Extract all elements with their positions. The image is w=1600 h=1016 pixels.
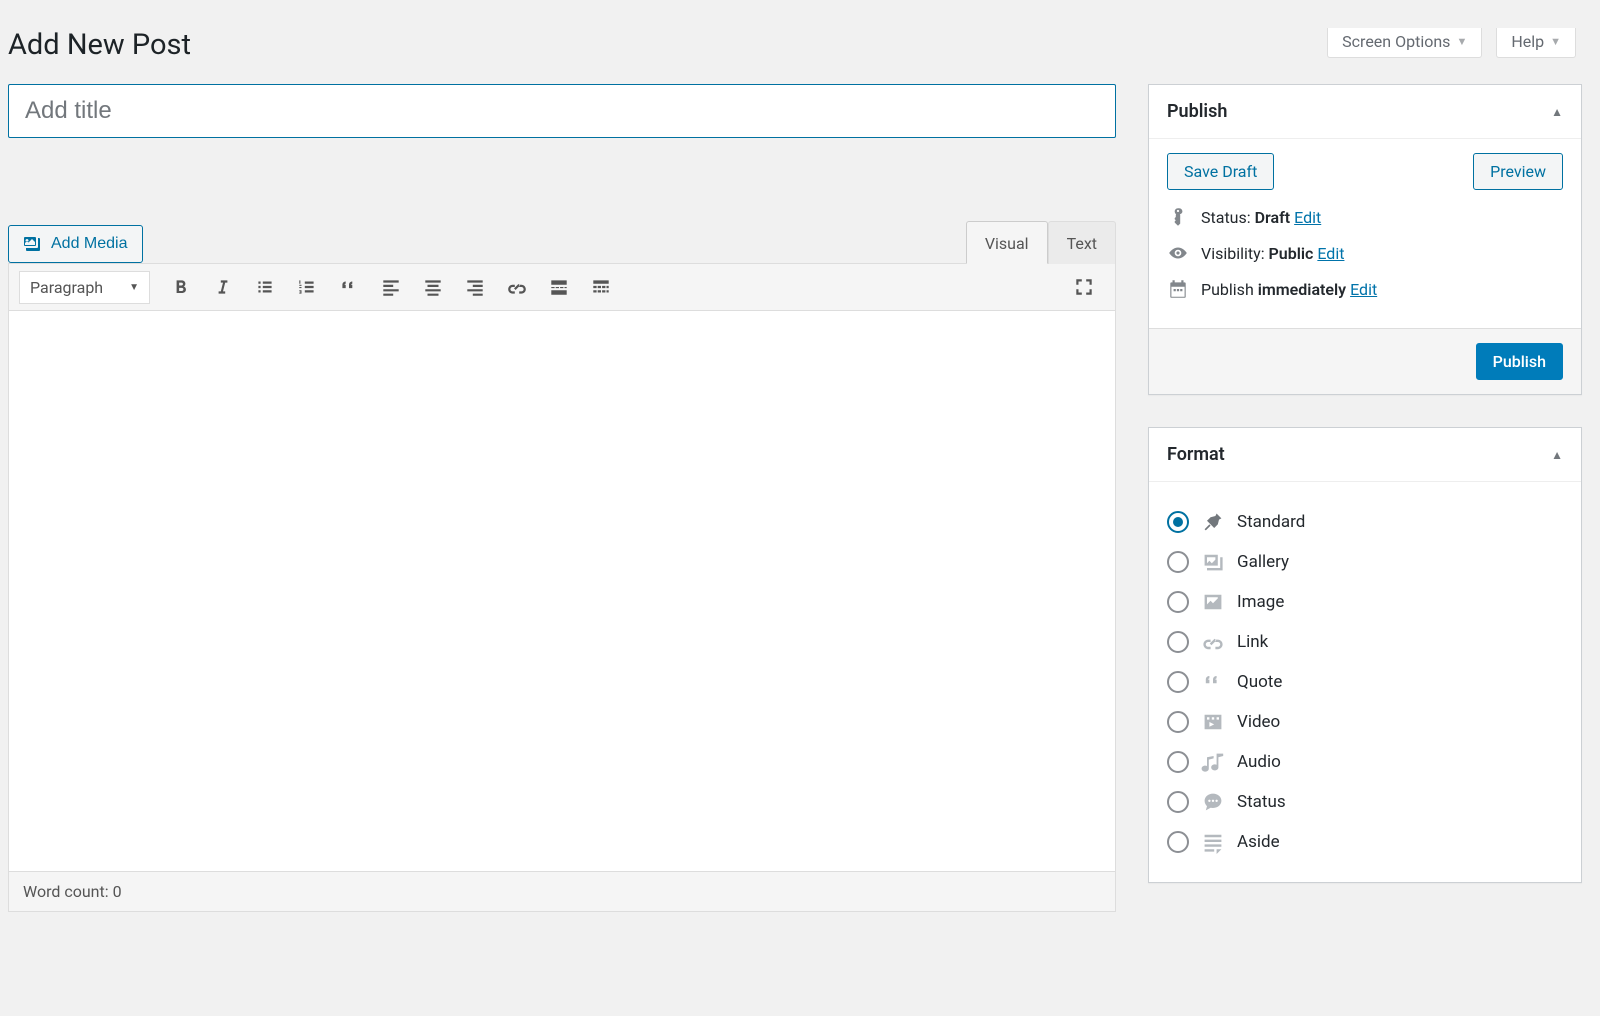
format-option-aside[interactable]: Aside: [1167, 822, 1563, 862]
paragraph-format-label: Paragraph: [30, 278, 103, 297]
wordcount-label: Word count:: [23, 882, 109, 901]
format-radio-quote[interactable]: [1167, 671, 1189, 693]
schedule-value: immediately: [1258, 280, 1346, 299]
status-value: Draft: [1255, 208, 1291, 227]
save-draft-button[interactable]: Save Draft: [1167, 153, 1274, 190]
format-label: Quote: [1237, 672, 1282, 692]
link-icon: [1201, 630, 1225, 654]
add-media-button[interactable]: Add Media: [8, 225, 143, 263]
link-button[interactable]: [500, 270, 534, 304]
publish-button[interactable]: Publish: [1476, 343, 1563, 380]
chevron-up-icon: ▲: [1551, 105, 1563, 119]
schedule-label: Publish: [1201, 280, 1254, 299]
schedule-row: Publish immediately Edit: [1167, 278, 1563, 300]
audio-icon: [1201, 750, 1225, 774]
numbered-list-button[interactable]: [290, 270, 324, 304]
format-option-link[interactable]: Link: [1167, 622, 1563, 662]
video-icon: [1201, 710, 1225, 734]
format-postbox: Format ▲ Standard Gallery: [1148, 427, 1582, 883]
format-label: Image: [1237, 592, 1284, 612]
format-label: Audio: [1237, 752, 1281, 772]
format-label: Gallery: [1237, 552, 1289, 572]
visibility-label: Visibility:: [1201, 244, 1265, 263]
paragraph-format-select[interactable]: Paragraph ▼: [19, 271, 150, 304]
format-label: Aside: [1237, 832, 1280, 852]
format-radio-gallery[interactable]: [1167, 551, 1189, 573]
format-label: Status: [1237, 792, 1286, 812]
editor-container: Paragraph ▼ Word count:: [8, 263, 1116, 912]
schedule-edit-link[interactable]: Edit: [1350, 280, 1377, 299]
format-option-video[interactable]: Video: [1167, 702, 1563, 742]
align-left-button[interactable]: [374, 270, 408, 304]
status-label: Status:: [1201, 208, 1251, 227]
format-list: Standard Gallery Image: [1167, 496, 1563, 868]
main-column: Add Media Visual Text Paragraph ▼: [8, 84, 1116, 912]
align-center-button[interactable]: [416, 270, 450, 304]
format-radio-image[interactable]: [1167, 591, 1189, 613]
status-edit-link[interactable]: Edit: [1294, 208, 1321, 227]
quote-icon: [1201, 670, 1225, 694]
preview-button[interactable]: Preview: [1473, 153, 1563, 190]
format-radio-status[interactable]: [1167, 791, 1189, 813]
editor-statusbar: Word count: 0: [9, 871, 1115, 911]
status-icon: [1201, 790, 1225, 814]
publish-postbox-title: Publish: [1167, 101, 1227, 122]
content-editor[interactable]: [9, 311, 1115, 871]
chevron-down-icon: ▼: [1456, 35, 1467, 48]
visibility-value: Public: [1269, 244, 1314, 263]
chevron-up-icon: ▲: [1551, 448, 1563, 462]
format-option-audio[interactable]: Audio: [1167, 742, 1563, 782]
screen-options-toggle[interactable]: Screen Options ▼: [1327, 28, 1482, 58]
chevron-down-icon: ▼: [1550, 35, 1561, 48]
help-toggle[interactable]: Help ▼: [1496, 28, 1576, 58]
bold-button[interactable]: [164, 270, 198, 304]
tab-text[interactable]: Text: [1048, 221, 1116, 264]
format-option-image[interactable]: Image: [1167, 582, 1563, 622]
format-radio-audio[interactable]: [1167, 751, 1189, 773]
format-radio-aside[interactable]: [1167, 831, 1189, 853]
status-row: Status: Draft Edit: [1167, 206, 1563, 228]
visibility-row: Visibility: Public Edit: [1167, 242, 1563, 264]
calendar-icon: [1167, 278, 1189, 300]
fullscreen-button[interactable]: [1067, 270, 1101, 304]
media-icon: [23, 234, 43, 254]
gallery-icon: [1201, 550, 1225, 574]
wordcount-value: 0: [113, 882, 122, 901]
tab-visual[interactable]: Visual: [966, 221, 1048, 264]
image-icon: [1201, 590, 1225, 614]
align-right-button[interactable]: [458, 270, 492, 304]
format-postbox-header[interactable]: Format ▲: [1149, 428, 1581, 482]
italic-button[interactable]: [206, 270, 240, 304]
format-option-status[interactable]: Status: [1167, 782, 1563, 822]
pushpin-icon: [1201, 510, 1225, 534]
help-label: Help: [1511, 32, 1544, 51]
editor-toolbar: Paragraph ▼: [9, 264, 1115, 311]
format-label: Standard: [1237, 512, 1305, 532]
format-postbox-title: Format: [1167, 444, 1225, 465]
format-option-quote[interactable]: Quote: [1167, 662, 1563, 702]
bullet-list-button[interactable]: [248, 270, 282, 304]
format-radio-link[interactable]: [1167, 631, 1189, 653]
chevron-down-icon: ▼: [129, 282, 139, 293]
readmore-button[interactable]: [542, 270, 576, 304]
aside-icon: [1201, 830, 1225, 854]
publish-postbox-header[interactable]: Publish ▲: [1149, 85, 1581, 139]
add-media-label: Add Media: [51, 235, 128, 253]
format-radio-video[interactable]: [1167, 711, 1189, 733]
format-label: Video: [1237, 712, 1280, 732]
eye-icon: [1167, 242, 1189, 264]
screen-options-label: Screen Options: [1342, 32, 1450, 51]
blockquote-button[interactable]: [332, 270, 366, 304]
format-option-standard[interactable]: Standard: [1167, 502, 1563, 542]
format-option-gallery[interactable]: Gallery: [1167, 542, 1563, 582]
key-icon: [1167, 206, 1189, 228]
toolbar-toggle-button[interactable]: [584, 270, 618, 304]
publish-postbox: Publish ▲ Save Draft Preview Status: Dra…: [1148, 84, 1582, 395]
post-title-input[interactable]: [8, 84, 1116, 138]
side-column: Publish ▲ Save Draft Preview Status: Dra…: [1148, 84, 1582, 915]
format-label: Link: [1237, 632, 1268, 652]
visibility-edit-link[interactable]: Edit: [1317, 244, 1344, 263]
format-radio-standard[interactable]: [1167, 511, 1189, 533]
